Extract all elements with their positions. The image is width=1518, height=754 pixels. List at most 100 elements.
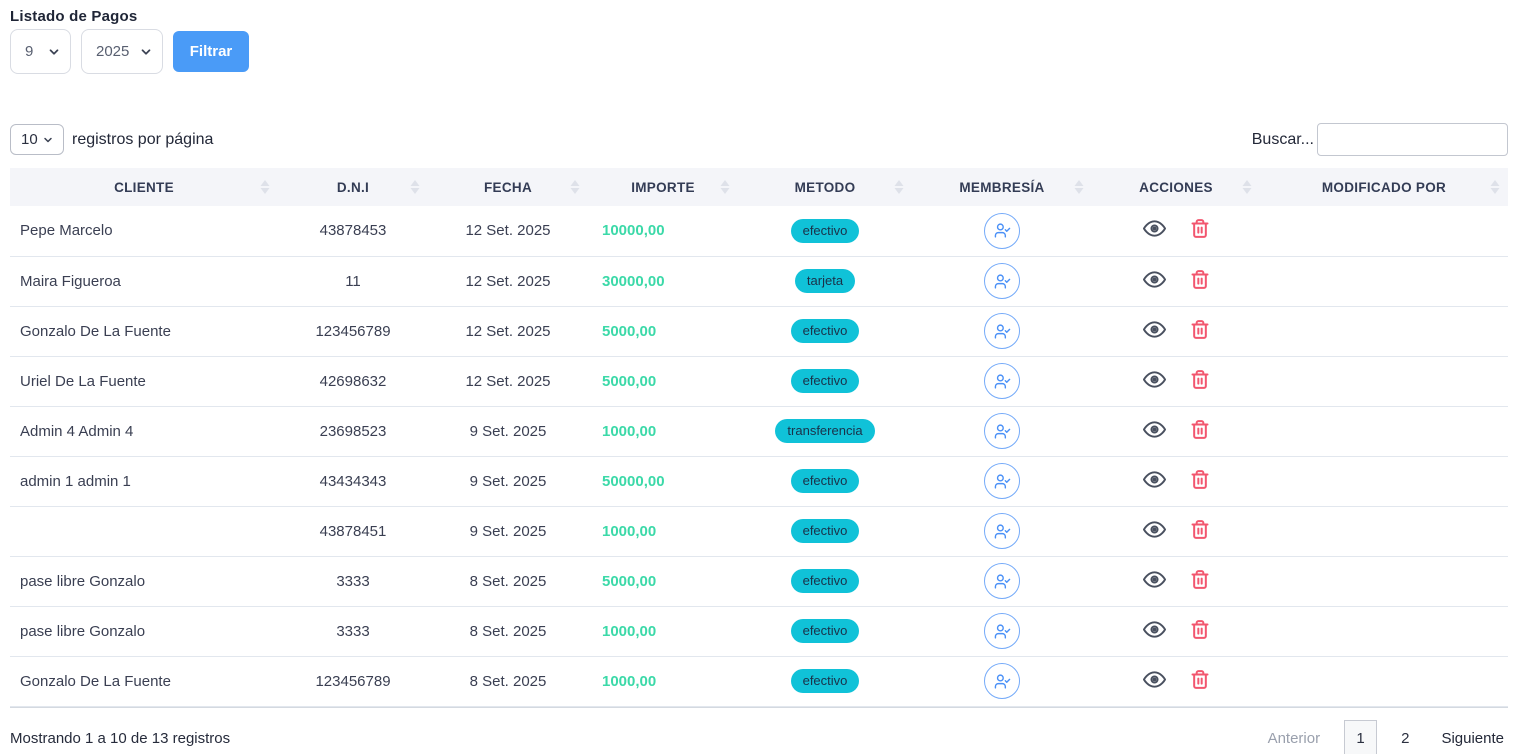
- cell-cliente: Gonzalo De La Fuente: [10, 656, 278, 706]
- user-check-icon: [994, 373, 1011, 390]
- column-header-cliente[interactable]: CLIENTE: [10, 168, 278, 206]
- table-row: Maira Figueroa 11 12 Set. 2025 30000,00 …: [10, 256, 1508, 306]
- cell-dni: 123456789: [278, 306, 428, 356]
- cell-importe: 5000,00: [588, 356, 738, 406]
- table-row: Uriel De La Fuente 42698632 12 Set. 2025…: [10, 356, 1508, 406]
- cell-dni: 3333: [278, 556, 428, 606]
- search-input[interactable]: [1317, 123, 1508, 156]
- pagination-next[interactable]: Siguiente: [1441, 730, 1504, 747]
- column-header-fecha[interactable]: FECHA: [428, 168, 588, 206]
- cell-dni: 43434343: [278, 456, 428, 506]
- cell-cliente: [10, 506, 278, 556]
- sort-icon: [260, 180, 270, 194]
- cell-fecha: 9 Set. 2025: [428, 456, 588, 506]
- view-button[interactable]: [1143, 268, 1166, 291]
- cell-fecha: 9 Set. 2025: [428, 406, 588, 456]
- eye-icon: [1143, 368, 1166, 391]
- column-header-acciones[interactable]: ACCIONES: [1092, 168, 1260, 206]
- delete-button[interactable]: [1190, 669, 1210, 690]
- pagination-previous[interactable]: Anterior: [1268, 730, 1321, 747]
- membership-button[interactable]: [984, 513, 1020, 549]
- view-button[interactable]: [1143, 418, 1166, 441]
- year-select[interactable]: 2025: [81, 29, 163, 74]
- pagination-page-2[interactable]: 2: [1401, 730, 1409, 747]
- pagination: Anterior 1 2 Siguiente: [1268, 720, 1508, 754]
- membership-button[interactable]: [984, 463, 1020, 499]
- delete-button[interactable]: [1190, 218, 1210, 239]
- column-header-membresia[interactable]: MEMBRESÍA: [912, 168, 1092, 206]
- cell-cliente: pase libre Gonzalo: [10, 556, 278, 606]
- delete-button[interactable]: [1190, 469, 1210, 490]
- cell-modificado-por: [1260, 606, 1508, 656]
- cell-metodo: efectivo: [738, 506, 912, 556]
- column-header-metodo[interactable]: METODO: [738, 168, 912, 206]
- view-button[interactable]: [1143, 318, 1166, 341]
- pagination-page-1[interactable]: 1: [1344, 720, 1377, 754]
- cell-dni: 43878451: [278, 506, 428, 556]
- cell-acciones: [1092, 356, 1260, 406]
- cell-membresia: [912, 556, 1092, 606]
- membership-button[interactable]: [984, 363, 1020, 399]
- trash-icon: [1190, 269, 1210, 290]
- cell-modificado-por: [1260, 306, 1508, 356]
- sort-icon: [894, 180, 904, 194]
- trash-icon: [1190, 669, 1210, 690]
- cell-acciones: [1092, 556, 1260, 606]
- trash-icon: [1190, 218, 1210, 239]
- cell-importe: 5000,00: [588, 306, 738, 356]
- column-header-importe[interactable]: IMPORTE: [588, 168, 738, 206]
- view-button[interactable]: [1143, 518, 1166, 541]
- cell-importe: 1000,00: [588, 406, 738, 456]
- cell-fecha: 12 Set. 2025: [428, 206, 588, 256]
- page-size-select[interactable]: 10: [10, 124, 64, 155]
- membership-button[interactable]: [984, 613, 1020, 649]
- membership-button[interactable]: [984, 213, 1020, 249]
- user-check-icon: [994, 473, 1011, 490]
- cell-cliente: Admin 4 Admin 4: [10, 406, 278, 456]
- membership-button[interactable]: [984, 313, 1020, 349]
- cell-cliente: Pepe Marcelo: [10, 206, 278, 256]
- cell-cliente: Maira Figueroa: [10, 256, 278, 306]
- membership-button[interactable]: [984, 563, 1020, 599]
- cell-cliente: Uriel De La Fuente: [10, 356, 278, 406]
- table-row: Gonzalo De La Fuente 123456789 8 Set. 20…: [10, 656, 1508, 706]
- view-button[interactable]: [1143, 568, 1166, 591]
- payment-method-badge: tarjeta: [795, 269, 855, 293]
- delete-button[interactable]: [1190, 419, 1210, 440]
- cell-importe: 10000,00: [588, 206, 738, 256]
- filter-row: 9 2025 Filtrar: [10, 29, 1508, 74]
- delete-button[interactable]: [1190, 569, 1210, 590]
- delete-button[interactable]: [1190, 519, 1210, 540]
- membership-button[interactable]: [984, 413, 1020, 449]
- month-select-control[interactable]: 9: [11, 30, 70, 73]
- cell-importe: 5000,00: [588, 556, 738, 606]
- payment-method-badge: transferencia: [775, 419, 874, 443]
- cell-membresia: [912, 506, 1092, 556]
- view-button[interactable]: [1143, 468, 1166, 491]
- user-check-icon: [994, 623, 1011, 640]
- eye-icon: [1143, 418, 1166, 441]
- view-button[interactable]: [1143, 618, 1166, 641]
- cell-acciones: [1092, 256, 1260, 306]
- view-button[interactable]: [1143, 668, 1166, 691]
- payment-method-badge: efectivo: [791, 319, 860, 343]
- page-size-select-control[interactable]: 10: [11, 125, 63, 154]
- cell-fecha: 12 Set. 2025: [428, 356, 588, 406]
- column-header-modificado-por[interactable]: MODIFICADO POR: [1260, 168, 1508, 206]
- delete-button[interactable]: [1190, 619, 1210, 640]
- delete-button[interactable]: [1190, 269, 1210, 290]
- year-select-control[interactable]: 2025: [82, 30, 162, 73]
- month-select[interactable]: 9: [10, 29, 71, 74]
- cell-acciones: [1092, 206, 1260, 256]
- filter-button[interactable]: Filtrar: [173, 31, 249, 72]
- delete-button[interactable]: [1190, 369, 1210, 390]
- view-button[interactable]: [1143, 217, 1166, 240]
- payment-method-badge: efectivo: [791, 519, 860, 543]
- cell-dni: 43878453: [278, 206, 428, 256]
- delete-button[interactable]: [1190, 319, 1210, 340]
- view-button[interactable]: [1143, 368, 1166, 391]
- column-header-dni[interactable]: D.N.I: [278, 168, 428, 206]
- cell-membresia: [912, 356, 1092, 406]
- membership-button[interactable]: [984, 663, 1020, 699]
- membership-button[interactable]: [984, 263, 1020, 299]
